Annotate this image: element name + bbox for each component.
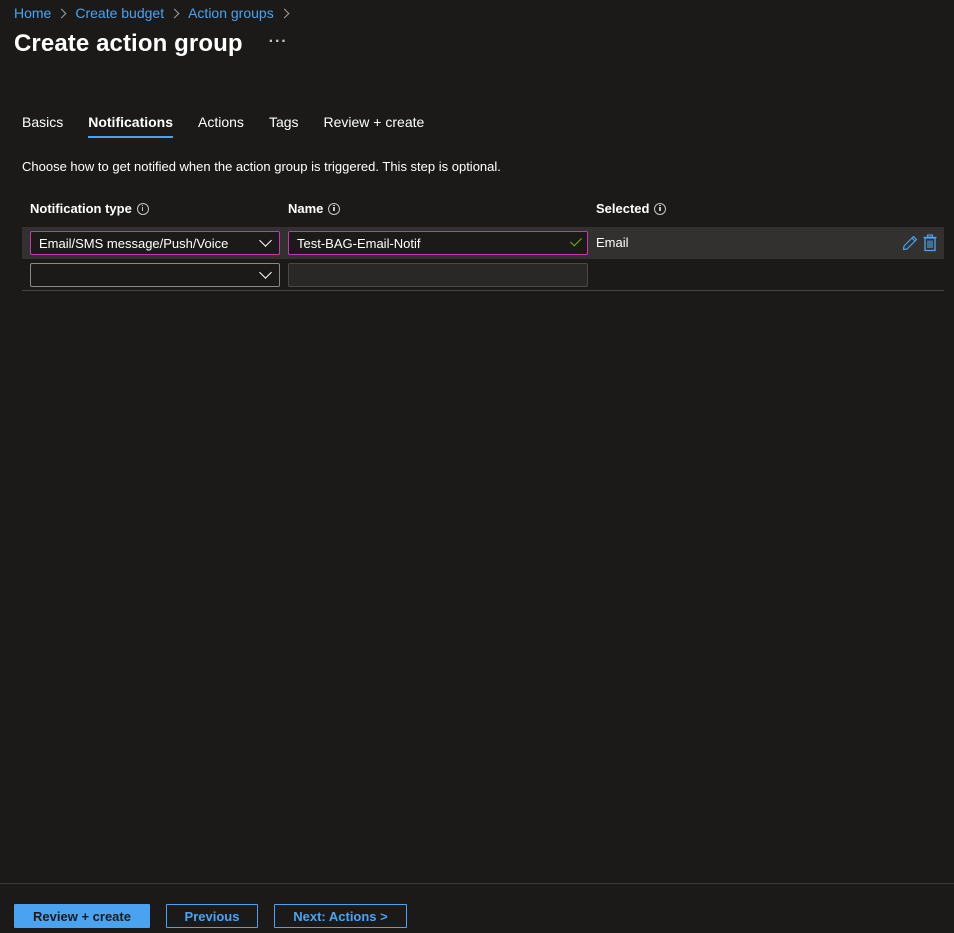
tab-tags[interactable]: Tags [269,114,299,138]
name-input[interactable]: Test-BAG-Email-Notif [288,231,588,255]
column-header-label: Notification type [30,201,132,216]
page-title-container: Create action group ··· [14,30,288,58]
breadcrumb: Home Create budget Action groups [14,4,298,22]
column-header-notification-type: Notification type [30,201,149,216]
column-header-selected: Selected [596,201,667,216]
notification-type-dropdown-empty[interactable] [30,263,280,287]
more-options-button[interactable]: ··· [269,33,288,51]
column-header-label: Selected [596,201,650,216]
notification-type-dropdown[interactable]: Email/SMS message/Push/Voice [30,231,280,255]
tab-bar: Basics Notifications Actions Tags Review… [22,114,449,138]
previous-button[interactable]: Previous [166,904,258,928]
breadcrumb-home[interactable]: Home [14,5,51,21]
chevron-down-icon [259,234,272,247]
table-divider [22,290,944,291]
page-title: Create action group [14,30,243,57]
footer-divider [0,883,954,884]
column-header-name: Name [288,201,341,216]
tab-basics[interactable]: Basics [22,114,63,138]
step-description: Choose how to get notified when the acti… [22,159,501,174]
delete-icon[interactable] [922,234,938,257]
chevron-right-icon [169,8,180,18]
tab-review-create[interactable]: Review + create [324,114,425,138]
breadcrumb-create-budget[interactable]: Create budget [75,5,164,21]
dropdown-value: Email/SMS message/Push/Voice [39,235,229,251]
column-header-label: Name [288,201,324,216]
chevron-right-icon [279,8,290,18]
next-actions-button[interactable]: Next: Actions > [274,904,407,928]
tab-actions[interactable]: Actions [198,114,244,138]
check-icon [569,234,583,247]
tab-notifications[interactable]: Notifications [88,114,174,138]
info-icon[interactable] [654,202,667,215]
breadcrumb-action-groups[interactable]: Action groups [188,5,274,21]
edit-icon[interactable] [902,235,918,256]
review-create-button[interactable]: Review + create [14,904,150,928]
input-value: Test-BAG-Email-Notif [297,235,421,251]
info-icon[interactable] [328,202,341,215]
name-input-empty[interactable] [288,263,588,287]
chevron-right-icon [56,8,67,18]
chevron-down-icon [259,266,272,279]
selected-value: Email [596,235,629,250]
info-icon[interactable] [136,202,149,215]
